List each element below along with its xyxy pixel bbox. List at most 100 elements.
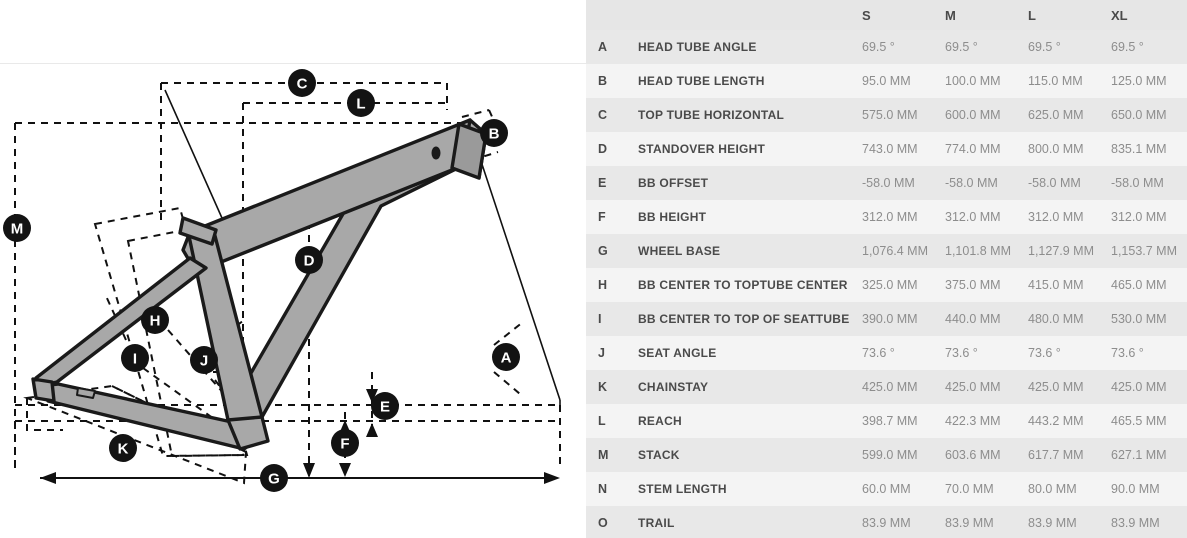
row-value-s: 425.0 MM bbox=[862, 380, 918, 394]
row-value-xl: 465.5 MM bbox=[1111, 414, 1167, 428]
callout-e: E bbox=[371, 392, 399, 420]
row-label: BB OFFSET bbox=[638, 176, 709, 190]
row-value-m: -58.0 MM bbox=[945, 176, 998, 190]
row-value-m: 774.0 MM bbox=[945, 142, 1001, 156]
geometry-spec-screen: A B C D E F G H I J K L M S M L XL A HEAD TUBE ANGLE 6… bbox=[0, 0, 1187, 538]
callout-letter: G bbox=[268, 471, 280, 488]
row-value-l: 800.0 MM bbox=[1028, 142, 1084, 156]
row-value-l: 617.7 MM bbox=[1028, 448, 1084, 462]
row-value-l: 1,127.9 MM bbox=[1028, 244, 1095, 258]
callout-i: I bbox=[121, 344, 149, 372]
callout-letter: H bbox=[150, 313, 161, 330]
row-value-l: 80.0 MM bbox=[1028, 482, 1077, 496]
row-value-xl: 73.6 ° bbox=[1111, 346, 1144, 360]
row-value-xl: 1,153.7 MM bbox=[1111, 244, 1178, 258]
row-value-m: 375.0 MM bbox=[945, 278, 1001, 292]
row-value-s: 73.6 ° bbox=[862, 346, 895, 360]
row-label: STANDOVER HEIGHT bbox=[638, 142, 766, 156]
row-value-l: 115.0 MM bbox=[1028, 74, 1083, 88]
row-value-l: 443.2 MM bbox=[1028, 414, 1084, 428]
row-value-s: 398.7 MM bbox=[862, 414, 918, 428]
cable-port bbox=[431, 146, 441, 160]
row-value-s: 312.0 MM bbox=[862, 210, 918, 224]
row-label: HEAD TUBE LENGTH bbox=[638, 74, 765, 88]
row-key-b: B bbox=[598, 74, 608, 88]
row-value-xl: -58.0 MM bbox=[1111, 176, 1164, 190]
table-body: A HEAD TUBE ANGLE 69.5 ° 69.5 ° 69.5 ° 69.5 °… bbox=[586, 30, 1187, 538]
callout-letter: J bbox=[200, 353, 208, 370]
row-key-j: J bbox=[598, 346, 606, 360]
row-value-s: 325.0 MM bbox=[862, 278, 918, 292]
row-value-l: 425.0 MM bbox=[1028, 380, 1084, 394]
table-row: E BB OFFSET -58.0 MM -58.0 MM -58.0 MM -58.0 … bbox=[586, 166, 1187, 200]
row-value-l: 69.5 ° bbox=[1028, 40, 1061, 54]
frame-geometry-svg: A B C D E F G H I J K L M bbox=[0, 63, 586, 492]
row-value-l: 625.0 MM bbox=[1028, 108, 1084, 122]
row-key-d: D bbox=[598, 142, 608, 156]
row-value-s: 575.0 MM bbox=[862, 108, 918, 122]
row-value-s: -58.0 MM bbox=[862, 176, 915, 190]
row-value-m: 73.6 ° bbox=[945, 346, 978, 360]
row-label: BB CENTER TO TOPTUBE CENTER bbox=[638, 278, 848, 292]
row-value-m: 603.6 MM bbox=[945, 448, 1001, 462]
column-header-s: S bbox=[862, 7, 871, 23]
geometry-table: S M L XL A HEAD TUBE ANGLE 69.5 ° 69.5 ° 69.… bbox=[586, 0, 1187, 538]
row-key-l: L bbox=[598, 414, 606, 428]
row-key-n: N bbox=[598, 482, 608, 496]
row-value-l: 480.0 MM bbox=[1028, 312, 1084, 326]
callout-letter: I bbox=[133, 351, 137, 368]
row-label: TRAIL bbox=[638, 516, 675, 530]
callout-letter: D bbox=[304, 253, 315, 270]
callout-letter: F bbox=[340, 436, 349, 453]
row-value-xl: 69.5 ° bbox=[1111, 40, 1144, 54]
row-value-xl: 83.9 MM bbox=[1111, 516, 1160, 530]
row-label: WHEEL BASE bbox=[638, 244, 721, 258]
callout-a: A bbox=[492, 343, 520, 371]
row-key-k: K bbox=[598, 380, 608, 394]
bicycle-frame-illustration bbox=[31, 118, 488, 451]
row-value-l: 73.6 ° bbox=[1028, 346, 1061, 360]
row-value-xl: 650.0 MM bbox=[1111, 108, 1167, 122]
rear-dropout bbox=[31, 377, 56, 403]
row-value-xl: 530.0 MM bbox=[1111, 312, 1167, 326]
callout-letter: E bbox=[380, 399, 390, 416]
table-row: D STANDOVER HEIGHT 743.0 MM 774.0 MM 800.0 M… bbox=[586, 132, 1187, 166]
row-value-s: 1,076.4 MM bbox=[862, 244, 929, 258]
callout-k: K bbox=[109, 434, 137, 462]
row-value-xl: 312.0 MM bbox=[1111, 210, 1167, 224]
row-value-s: 69.5 ° bbox=[862, 40, 895, 54]
row-value-s: 95.0 MM bbox=[862, 74, 911, 88]
row-label: STACK bbox=[638, 448, 680, 462]
column-header-xl: XL bbox=[1111, 7, 1128, 23]
row-value-m: 422.3 MM bbox=[945, 414, 1001, 428]
head-tube-angle-leader2 bbox=[493, 371, 521, 395]
table-row: M STACK 599.0 MM 603.6 MM 617.7 MM 627.1 MM bbox=[586, 438, 1187, 472]
table-row: F BB HEIGHT 312.0 MM 312.0 MM 312.0 MM 312.0 … bbox=[586, 200, 1187, 234]
row-key-o: O bbox=[598, 516, 608, 530]
callout-f: F bbox=[331, 429, 359, 457]
row-value-s: 60.0 MM bbox=[862, 482, 911, 496]
callout-j: J bbox=[190, 346, 218, 374]
callout-g: G bbox=[260, 464, 288, 492]
row-key-g: G bbox=[598, 244, 608, 258]
callout-l: L bbox=[347, 89, 375, 117]
row-value-xl: 125.0 MM bbox=[1111, 74, 1167, 88]
table-row: H BB CENTER TO TOPTUBE CENTER 325.0 MM 375.… bbox=[586, 268, 1187, 302]
callout-letter: C bbox=[297, 76, 308, 93]
seat-stay bbox=[34, 256, 208, 388]
row-value-l: 415.0 MM bbox=[1028, 278, 1084, 292]
row-value-l: 83.9 MM bbox=[1028, 516, 1077, 530]
row-value-s: 599.0 MM bbox=[862, 448, 918, 462]
row-label: SEAT ANGLE bbox=[638, 346, 717, 360]
row-key-i: I bbox=[598, 312, 602, 326]
frame-geometry-diagram-panel: A B C D E F G H I J K L M bbox=[0, 0, 586, 538]
row-value-xl: 627.1 MM bbox=[1111, 448, 1167, 462]
row-label: BB CENTER TO TOP OF SEATTUBE bbox=[638, 312, 850, 326]
row-value-m: 440.0 MM bbox=[945, 312, 1001, 326]
row-label: BB HEIGHT bbox=[638, 210, 707, 224]
row-value-m: 425.0 MM bbox=[945, 380, 1001, 394]
row-value-s: 390.0 MM bbox=[862, 312, 918, 326]
row-label: HEAD TUBE ANGLE bbox=[638, 40, 757, 54]
table-row: G WHEEL BASE 1,076.4 MM 1,101.8 MM 1,127.9 M… bbox=[586, 234, 1187, 268]
row-value-m: 69.5 ° bbox=[945, 40, 978, 54]
